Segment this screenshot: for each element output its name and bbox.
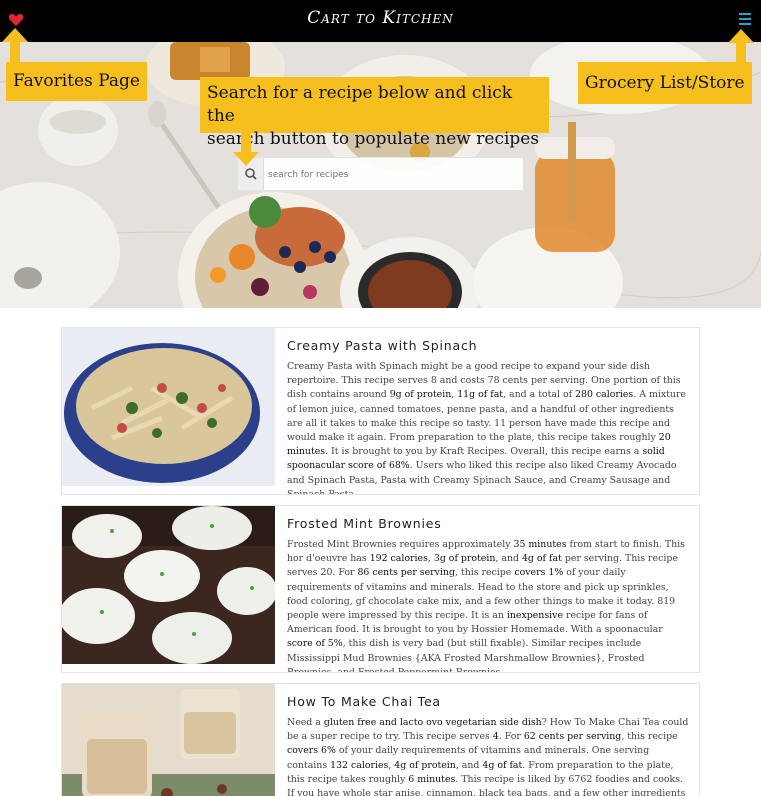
summary-highlight: covers 6% [287,745,336,757]
summary-highlight: 3g of protein [433,553,496,565]
summary-highlight: gluten free and lacto ovo vegetarian sid… [323,717,542,728]
recipe-title[interactable]: Creamy Pasta with Spinach [287,338,689,353]
favorites-callout: Favorites Page [6,62,147,101]
recipe-summary: Frosted Mint Brownies requires approxima… [287,538,689,672]
summary-highlight: covers 1% [514,567,564,579]
summary-text: , this recipe [454,567,515,579]
summary-highlight: 6 minutes [408,773,456,785]
search-callout-line1: Search for a recipe below and click the [207,83,513,126]
summary-highlight: 11g of fat [457,389,504,401]
summary-highlight: 9g of protein [389,389,452,401]
summary-highlight: score of 5% [287,638,343,650]
recipe-image[interactable] [62,506,275,664]
summary-text: , this recipe [621,731,678,743]
summary-text: . For [498,731,524,743]
summary-highlight: 192 calories [369,553,428,565]
recipe-card-body: Creamy Pasta with Spinach Creamy Pasta w… [287,338,689,494]
recipe-title[interactable]: How To Make Chai Tea [287,694,689,709]
summary-highlight: 35 minutes [513,539,567,550]
summary-text: , and [495,553,522,565]
summary-highlight: 280 calories [575,389,634,401]
search-input[interactable] [268,164,518,186]
grocery-callout: Grocery List/Store [578,62,752,104]
summary-text: Frosted Mint Brownies requires approxima… [287,539,514,550]
summary-highlight: inexpensive [506,610,564,622]
grocery-callout-text: Grocery List/Store [585,73,745,93]
hamburger-menu-icon[interactable] [739,13,751,27]
recipe-image[interactable] [62,328,275,486]
summary-text: , and a total of [503,389,576,401]
recipe-title[interactable]: Frosted Mint Brownies [287,516,689,531]
recipe-summary: Need a gluten free and lacto ovo vegetar… [287,716,689,796]
grocery-arrow-icon [728,29,754,63]
summary-text: Need a [287,717,324,728]
summary-highlight: 4g of fat [482,759,523,771]
summary-highlight: 132 calories [330,759,389,771]
recipe-card[interactable]: Frosted Mint Brownies Frosted Mint Brown… [61,505,700,673]
summary-text: , and [455,759,483,771]
navbar: Cart to Kitchen [0,0,761,42]
recipe-card-body: How To Make Chai Tea Need a gluten free … [287,694,689,796]
recipe-card-body: Frosted Mint Brownies Frosted Mint Brown… [287,516,689,672]
recipe-card[interactable]: Creamy Pasta with Spinach Creamy Pasta w… [61,327,700,495]
summary-highlight: 62 cents per serving [523,731,622,743]
recipe-image[interactable] [62,684,275,796]
summary-text: . It is brought to you by Kraft Recipes.… [325,446,643,458]
search-arrow-icon [233,132,259,166]
summary-highlight: 4g of fat [521,553,562,565]
recipe-card[interactable]: How To Make Chai Tea Need a gluten free … [61,683,700,796]
summary-highlight: 4g of protein [394,759,456,771]
search-bar [237,157,524,191]
summary-highlight: 86 cents per serving [357,567,455,579]
favorites-callout-text: Favorites Page [13,71,140,91]
favorites-arrow-icon [2,28,28,62]
search-callout: Search for a recipe below and click the … [200,77,549,149]
recipe-summary: Creamy Pasta with Spinach might be a goo… [287,360,689,494]
brand-title[interactable]: Cart to Kitchen [0,8,761,28]
